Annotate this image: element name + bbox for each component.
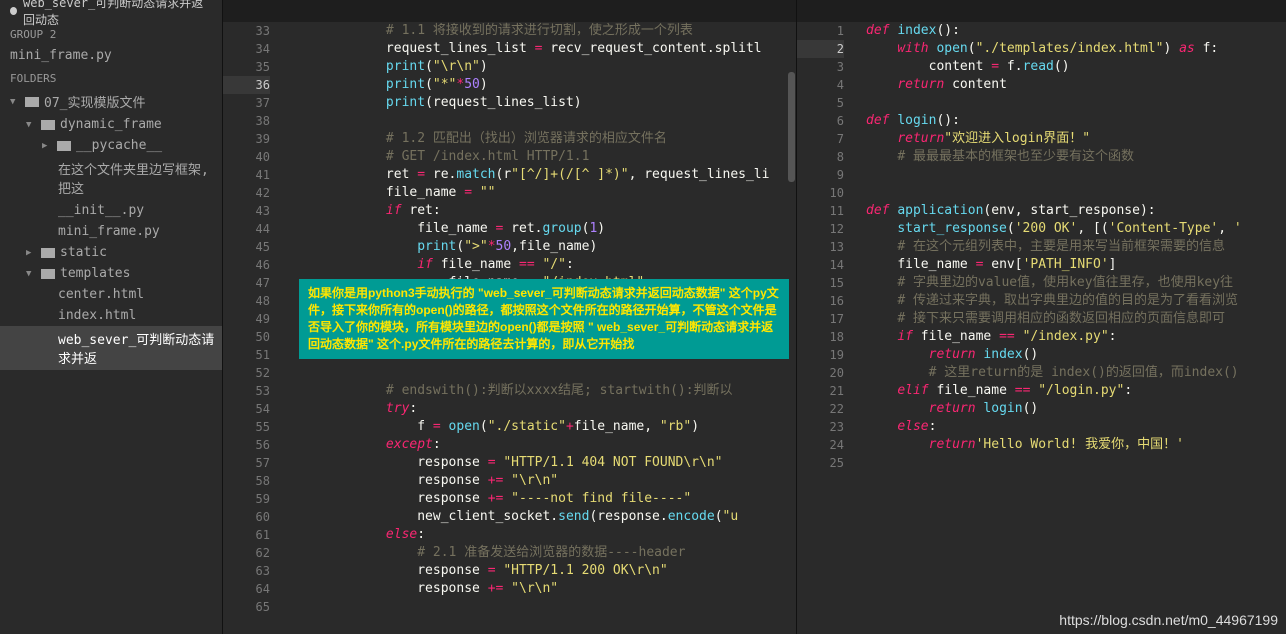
annotation-box: 如果你是用python3手动执行的 "web_sever_可判断动态请求并返回动… (299, 279, 789, 359)
tree-arrow-icon: ▶ (26, 248, 36, 258)
group-file[interactable]: mini_frame.py (0, 45, 222, 66)
editor-tab-right[interactable] (797, 0, 1286, 22)
tree-arrow-icon: ▼ (26, 269, 36, 279)
folder-icon (41, 248, 55, 258)
tree-item[interactable]: ▶ static (0, 242, 222, 263)
sidebar: web_sever_可判断动态请求并返回动态 GROUP 2 mini_fram… (0, 0, 223, 634)
tree-item[interactable]: center.html (0, 284, 222, 305)
code-body-right[interactable]: 1234567891011121314151617181920212223242… (797, 22, 1286, 634)
code-right[interactable]: def index(): with open("./templates/inde… (862, 22, 1286, 634)
sidebar-tabs: web_sever_可判断动态请求并返回动态 (0, 0, 222, 22)
folders-header: FOLDERS (0, 66, 222, 89)
folder-icon (25, 97, 39, 107)
tree-item[interactable]: mini_frame.py (0, 221, 222, 242)
tree-arrow-icon: ▼ (26, 120, 36, 130)
editor-pane-right: 1234567891011121314151617181920212223242… (797, 0, 1286, 634)
tree-item[interactable]: __init__.py (0, 200, 222, 221)
tree-item[interactable]: index.html (0, 305, 222, 326)
tree-item-label: __pycache__ (76, 138, 162, 153)
tree-item-label: index.html (58, 308, 136, 323)
tree-item-label: web_sever_可判断动态请求并返 (58, 329, 216, 367)
tree-item-label: templates (60, 266, 130, 281)
scrollbar-left[interactable] (788, 72, 795, 182)
watermark: https://blog.csdn.net/m0_44967199 (1059, 612, 1278, 628)
folder-icon (41, 269, 55, 279)
dirty-dot-icon (10, 7, 17, 15)
group-header: GROUP 2 (0, 22, 222, 45)
gutter-right: 1234567891011121314151617181920212223242… (797, 22, 862, 634)
folder-icon (57, 141, 71, 151)
gutter-left: 3334353637383940414243444546474849505152… (223, 22, 288, 634)
tree-arrow-icon: ▼ (10, 97, 20, 107)
editor-tab-left[interactable] (223, 0, 796, 22)
tree-item-label: 07_实现模版文件 (44, 92, 145, 111)
tree-item-label: center.html (58, 287, 144, 302)
tree-item[interactable]: 在这个文件夹里边写框架,把这 (0, 156, 222, 200)
tree-item[interactable]: ▶ __pycache__ (0, 135, 222, 156)
tree-item-label: static (60, 245, 107, 260)
editors: 3334353637383940414243444546474849505152… (223, 0, 1286, 634)
tree-item-label: 在这个文件夹里边写框架,把这 (58, 159, 216, 197)
tree-item[interactable]: ▼ templates (0, 263, 222, 284)
tree-arrow-icon: ▶ (42, 141, 52, 151)
tree-item[interactable]: web_sever_可判断动态请求并返 (0, 326, 222, 370)
editor-pane-left: 3334353637383940414243444546474849505152… (223, 0, 797, 634)
folder-icon (41, 120, 55, 130)
group-file-label: mini_frame.py (10, 48, 112, 63)
file-tree: ▼ 07_实现模版文件 ▼ dynamic_frame ▶ __pycache__ 在这个文… (0, 89, 222, 634)
tree-item-label: mini_frame.py (58, 224, 160, 239)
tree-item-label: dynamic_frame (60, 117, 162, 132)
tree-item-label: __init__.py (58, 203, 144, 218)
tree-item[interactable]: ▼ dynamic_frame (0, 114, 222, 135)
tree-item[interactable]: ▼ 07_实现模版文件 (0, 89, 222, 114)
